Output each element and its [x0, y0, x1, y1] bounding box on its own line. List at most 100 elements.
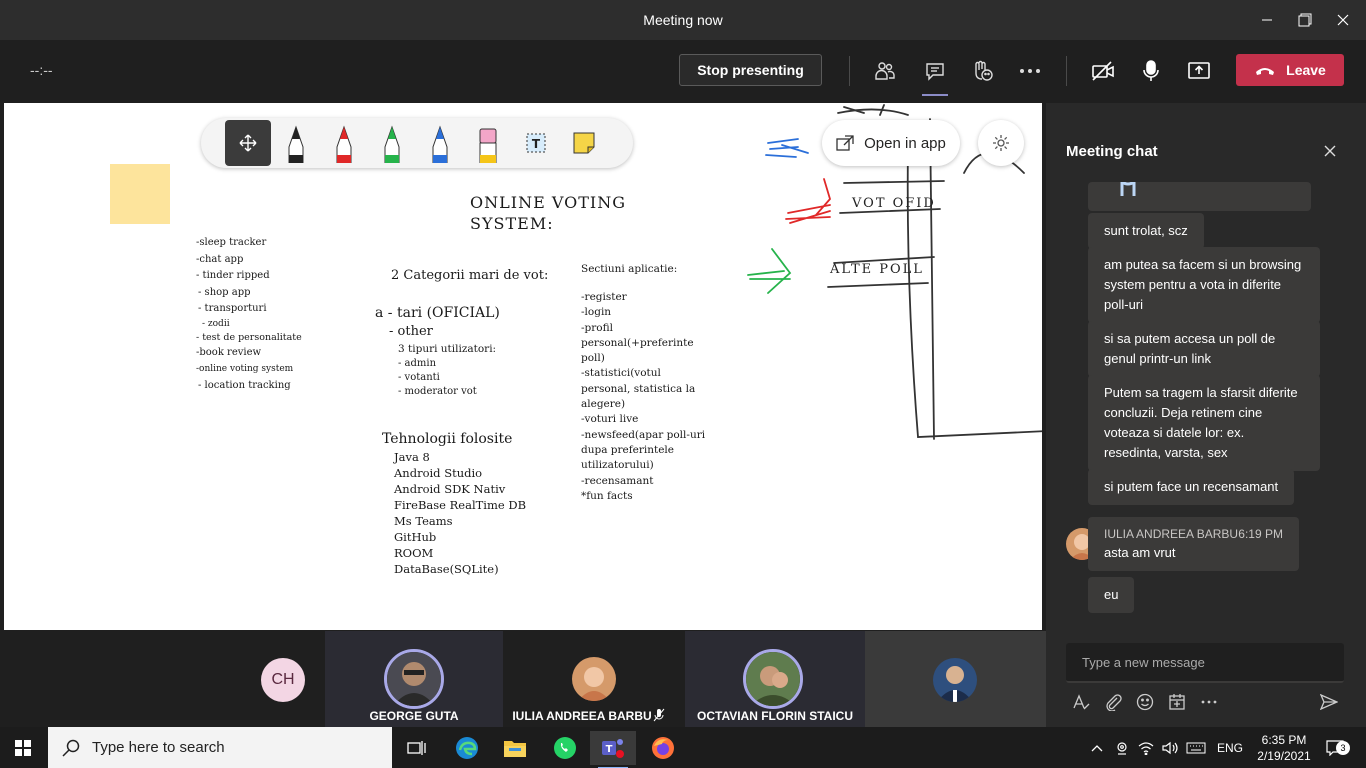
microphone-button[interactable] [1136, 56, 1166, 86]
sticky-note-tool[interactable] [561, 120, 607, 166]
send-button[interactable] [1318, 691, 1340, 713]
tray-overflow-button[interactable] [1086, 727, 1108, 768]
section-item: personal(+preferinte [581, 336, 694, 349]
sketch-text-alte-poll: ALTE POLL [829, 262, 924, 277]
start-button[interactable] [0, 731, 46, 765]
raise-hand-button[interactable] [967, 56, 997, 86]
section-item: -register [581, 291, 627, 303]
microphone-icon [1143, 60, 1159, 81]
eraser-tool[interactable] [465, 120, 511, 166]
more-icon [1020, 69, 1040, 73]
chat-message: si putem face un recensamant [1088, 469, 1295, 505]
share-screen-button[interactable] [1184, 56, 1214, 86]
teams-app[interactable]: T [590, 731, 636, 768]
blue-pen-tool[interactable] [417, 120, 463, 166]
meet-now-tray[interactable] [1111, 727, 1133, 768]
task-view-button[interactable] [394, 731, 440, 765]
clock-time: 6:35 PM [1261, 732, 1307, 747]
more-options-button[interactable] [1198, 691, 1220, 713]
tech-list: Java 8 Android Studio Android SDK Nativ … [394, 449, 526, 577]
paperclip-icon [1106, 694, 1122, 711]
sketch-text-vot: VOT OFID [851, 196, 936, 211]
network-tray[interactable] [1135, 727, 1157, 768]
language-indicator[interactable]: ENG [1212, 727, 1248, 768]
compose-box[interactable] [1066, 643, 1344, 683]
schedule-meeting-button[interactable] [1166, 691, 1188, 713]
section-item: -voturi live [581, 413, 639, 426]
participant-avatar [933, 658, 977, 702]
calendar-icon [1169, 694, 1185, 710]
keyboard-tray[interactable] [1183, 727, 1209, 768]
search-icon [62, 739, 80, 757]
send-icon [1320, 694, 1338, 710]
participant-avatar [572, 657, 616, 701]
section-item: alegere) [581, 398, 626, 411]
toolbar-divider [849, 56, 850, 86]
whiteboard-settings-button[interactable] [978, 120, 1024, 166]
camera-toggle-button[interactable] [1088, 56, 1118, 86]
message-text: asta am vrut [1104, 545, 1176, 560]
section-item: personal, statistica la [581, 382, 696, 395]
clock-date: 2/19/2021 [1257, 748, 1311, 763]
users-list: - admin - votanti - moderator vot [398, 357, 477, 399]
stop-presenting-button[interactable]: Stop presenting [679, 54, 822, 86]
firefox-app[interactable] [640, 731, 686, 765]
section-item: utilizatorului) [581, 459, 654, 472]
whiteboard-canvas[interactable]: VOT OFID ALTE POLL T Open in app ONLINE … [4, 103, 1042, 630]
pan-tool[interactable] [225, 120, 271, 166]
more-actions-button[interactable] [1015, 56, 1045, 86]
board-title-line2: SYSTEM: [470, 214, 554, 233]
message-header: IULIA ANDREEA BARBU 6:19 PM [1104, 525, 1283, 543]
message-input[interactable] [1066, 643, 1344, 681]
close-chat-button[interactable] [1320, 141, 1340, 161]
whatsapp-app[interactable] [542, 731, 588, 765]
windows-logo-icon [15, 740, 31, 756]
participant-tile[interactable]: IULIA ANDREEA BARBU [503, 631, 685, 727]
clock[interactable]: 6:35 PM 2/19/2021 [1252, 727, 1316, 768]
participant-tile[interactable] [865, 631, 1046, 727]
svg-text:T: T [606, 744, 613, 755]
red-pen-tool[interactable] [321, 120, 367, 166]
emoji-button[interactable] [1134, 691, 1156, 713]
format-text-icon [1073, 694, 1090, 710]
file-explorer-app[interactable] [492, 731, 538, 765]
black-pen-tool[interactable] [273, 120, 319, 166]
chat-message: si sa putem accesa un poll de genul prin… [1088, 321, 1320, 377]
open-in-app-label: Open in app [864, 134, 946, 152]
share-screen-icon [1188, 62, 1210, 79]
open-in-app-button[interactable]: Open in app [822, 120, 960, 166]
sticky-note[interactable] [110, 164, 170, 224]
task-view-icon [407, 741, 426, 755]
tech-item: Ms Teams [394, 514, 453, 528]
speaker-icon [1162, 741, 1178, 754]
participant-avatar-ch[interactable]: CH [261, 658, 305, 702]
volume-tray[interactable] [1159, 727, 1181, 768]
user-type: - admin [398, 358, 437, 369]
image-message-fragment [1088, 182, 1311, 211]
speaking-avatar [384, 649, 444, 709]
action-center-button[interactable]: 3 [1320, 727, 1350, 768]
category-a: a - tari (OFICIAL) [375, 305, 500, 321]
section-item: -login [581, 306, 612, 319]
close-window-button[interactable] [1320, 0, 1366, 40]
sections-title: Sectiuni aplicatie: [581, 263, 678, 275]
leave-button[interactable]: Leave [1236, 54, 1344, 86]
participant-tile[interactable]: GEORGE GUTA [325, 631, 503, 727]
chat-button[interactable] [920, 56, 950, 96]
attach-button[interactable] [1102, 691, 1124, 713]
message-time: 6:19 PM [1238, 527, 1283, 541]
format-button[interactable] [1070, 691, 1092, 713]
open-external-icon [836, 135, 854, 151]
text-tool[interactable]: T [513, 120, 559, 166]
red-pen-icon [336, 125, 352, 163]
speaking-avatar [743, 649, 803, 709]
green-pen-tool[interactable] [369, 120, 415, 166]
idea-item: - shop app [198, 286, 251, 298]
participant-tile[interactable]: OCTAVIAN FLORIN STAICU [685, 631, 865, 727]
edge-app[interactable] [444, 731, 490, 765]
hang-up-icon [1256, 68, 1275, 75]
taskbar-search-box[interactable]: Type here to search [48, 727, 392, 768]
chat-message: am putea sa facem si un browsing system … [1088, 247, 1320, 323]
participants-button[interactable] [870, 56, 900, 86]
tech-item: Java 8 [394, 450, 430, 464]
